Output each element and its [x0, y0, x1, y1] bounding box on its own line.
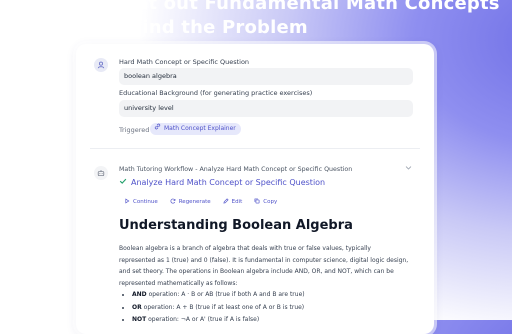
workflow-title: Math Tutoring Workflow - Analyze Hard Ma…: [119, 166, 353, 173]
list-item-term: OR: [132, 303, 142, 311]
workflow-step[interactable]: Analyze Hard Math Concept or Specific Qu…: [119, 177, 325, 187]
content-paragraph: Boolean algebra is a branch of algebra t…: [119, 245, 409, 287]
chevron-down-icon[interactable]: [405, 165, 412, 173]
edit-button[interactable]: Edit: [223, 198, 243, 206]
list-item: AND operation: A · B or AB (true if both…: [132, 289, 417, 302]
copy-button[interactable]: Copy: [254, 198, 277, 206]
copy-icon: [254, 198, 260, 206]
copy-button-label: Copy: [263, 199, 278, 205]
divider: [90, 148, 420, 149]
hero-title-line1: Point out Fundamental Math Concepts: [103, 0, 500, 14]
list-item: OR operation: A + B (true if at least on…: [132, 302, 417, 315]
operations-list: AND operation: A · B or AB (true if both…: [122, 289, 417, 327]
continue-button[interactable]: Continue: [124, 198, 158, 206]
list-item-term: AND: [132, 291, 147, 298]
check-icon: [119, 177, 127, 187]
play-icon: [124, 198, 130, 206]
chat-card: Hard Math Concept or Specific Question b…: [76, 44, 434, 334]
list-item: NOT operation: ¬A or A' (true if A is fa…: [132, 314, 417, 327]
list-item-text: operation: A + B (true if at least one o…: [141, 303, 305, 311]
trigger-chip-label: Math Concept Explainer: [164, 125, 236, 132]
concept-field-label: Hard Math Concept or Specific Question: [119, 58, 250, 66]
workflow-step-label: Analyze Hard Math Concept or Specific Qu…: [131, 177, 326, 187]
trigger-chip[interactable]: Math Concept Explainer: [150, 123, 241, 135]
bot-icon: [94, 166, 108, 180]
hero-title-line2: Behind the Problem: [103, 17, 308, 38]
list-item-text: operation: A · B or AB (true if both A a…: [146, 291, 305, 298]
regenerate-icon: [170, 198, 176, 206]
link-icon: [154, 123, 161, 135]
hero-title: Point out Fundamental Math Concepts Behi…: [103, 0, 500, 40]
edit-button-label: Edit: [231, 199, 243, 205]
concept-field[interactable]: boolean algebra: [119, 68, 413, 85]
edit-icon: [223, 198, 229, 206]
regenerate-button-label: Regenerate: [178, 199, 211, 205]
background-field[interactable]: university level: [119, 100, 413, 117]
continue-button-label: Continue: [133, 199, 158, 205]
regenerate-button[interactable]: Regenerate: [170, 198, 211, 206]
user-icon: [94, 58, 108, 72]
triggered-label: Triggered: [119, 126, 150, 134]
content-heading: Understanding Boolean Algebra: [119, 218, 353, 233]
action-bar: Continue Regenerate Edit Copy: [124, 198, 277, 206]
background-field-label: Educational Background (for generating p…: [119, 89, 313, 97]
